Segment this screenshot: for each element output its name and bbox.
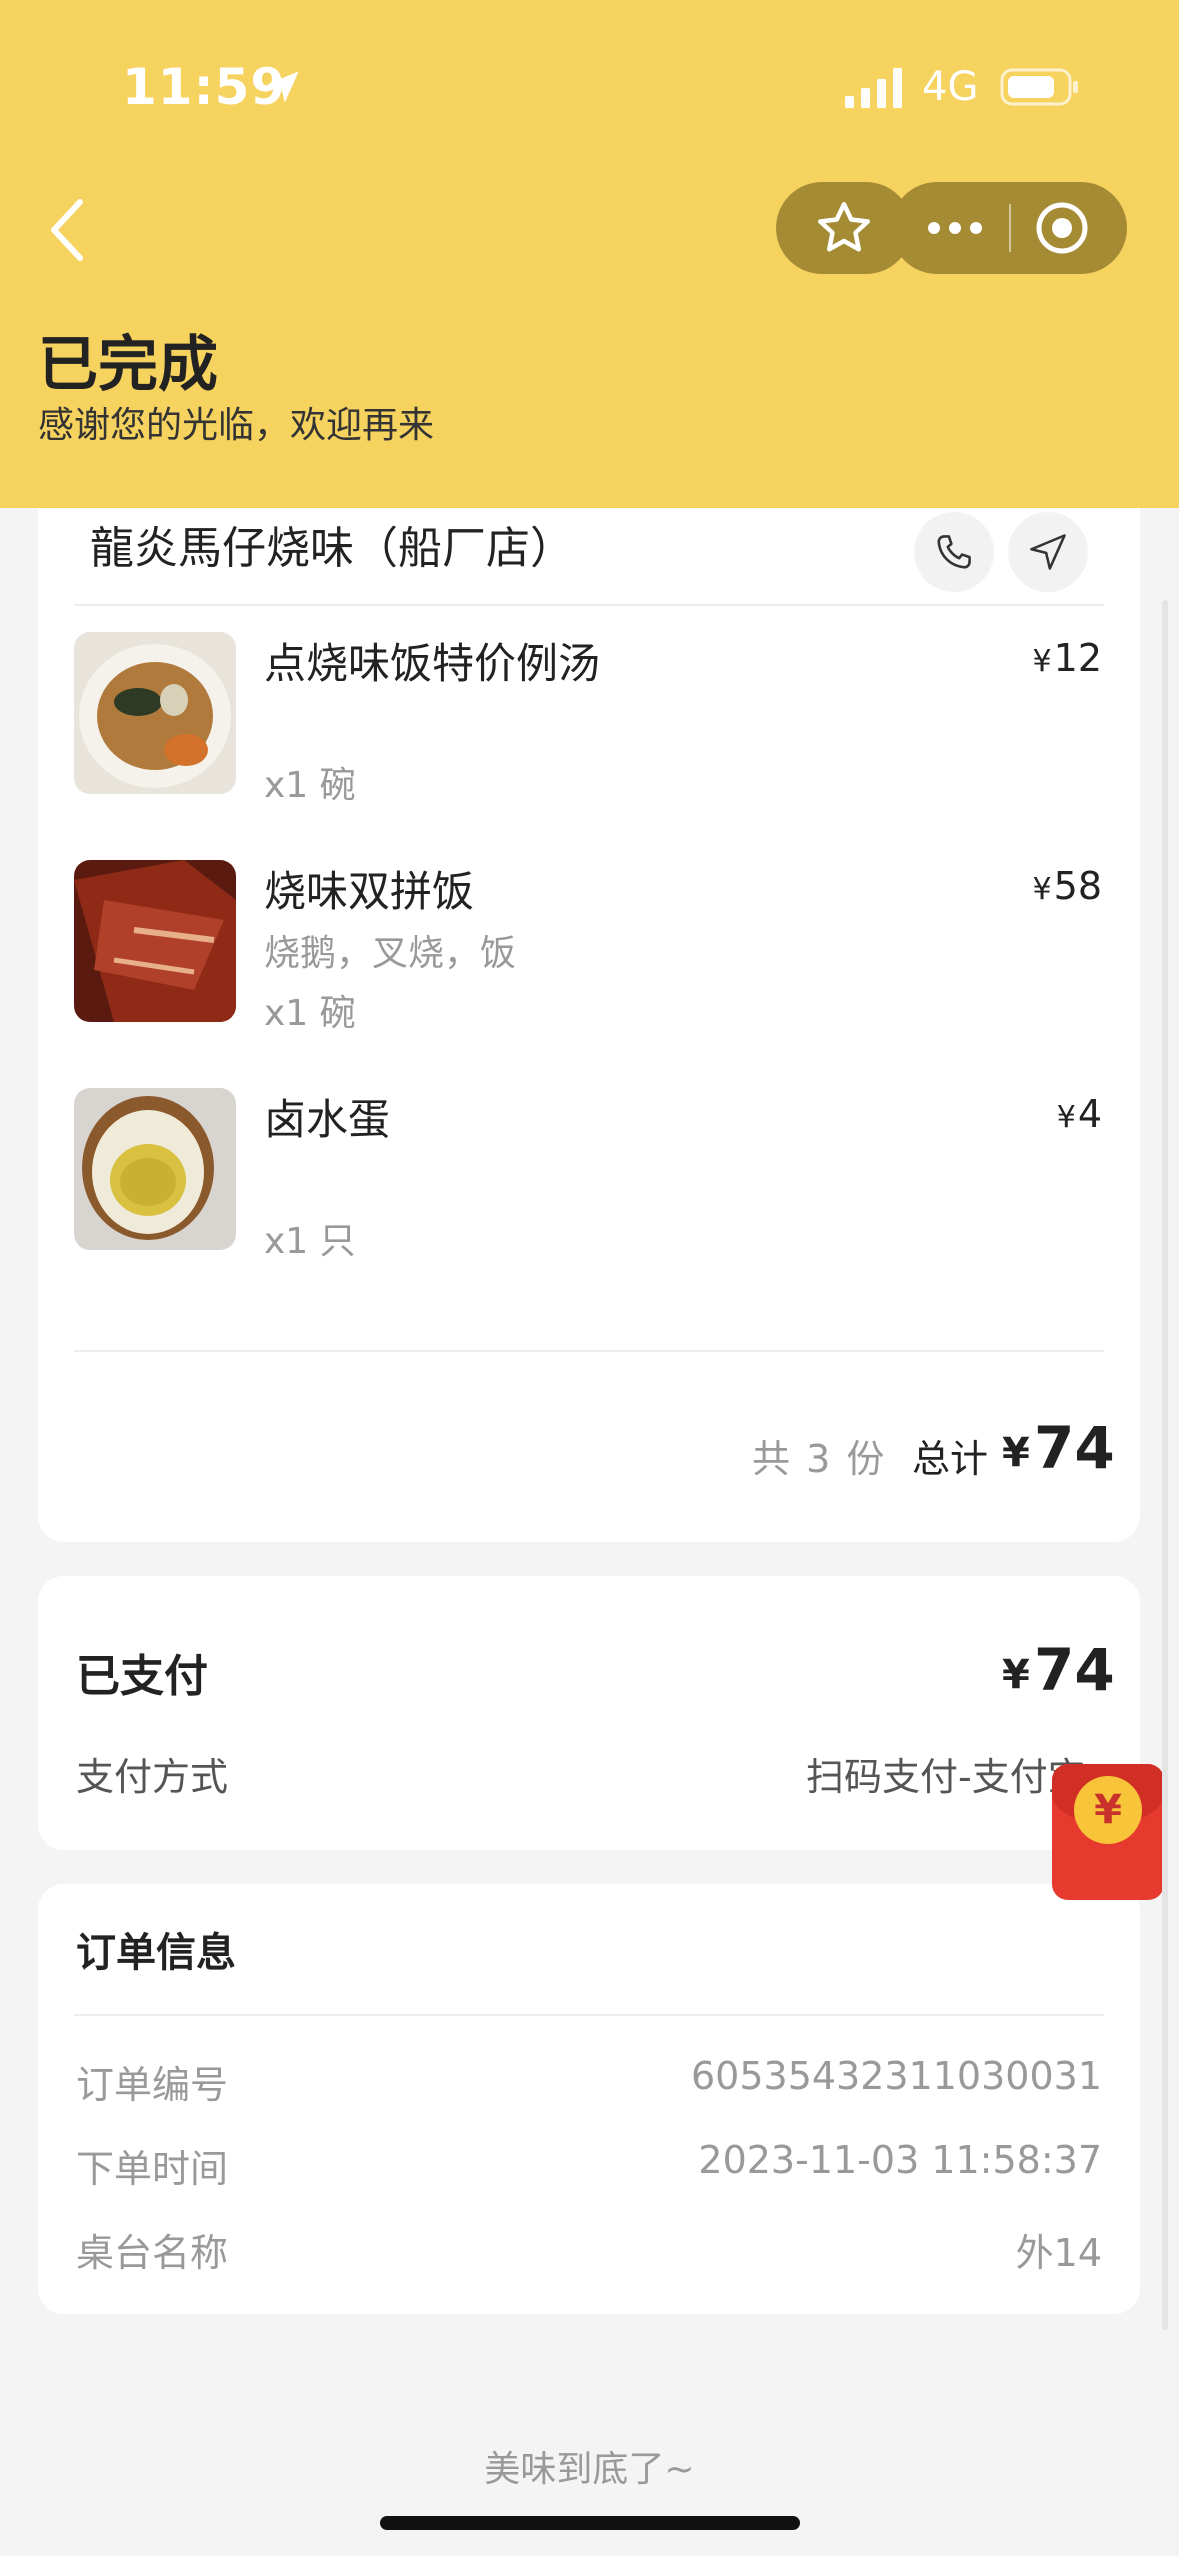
close-miniprogram-icon[interactable]: [1034, 200, 1090, 256]
item-description: 烧鹅，叉烧，饭: [264, 933, 517, 974]
table-name-label: 桌台名称: [76, 2231, 229, 2275]
capsule-divider: [1009, 204, 1011, 252]
item-price: ¥12: [1032, 636, 1102, 680]
battery-icon: [1000, 68, 1078, 106]
back-chevron-icon[interactable]: [40, 190, 100, 270]
order-time-label: 下单时间: [76, 2147, 229, 2191]
payment-method-label: 支付方式: [76, 1755, 229, 1799]
item-name: 点烧味饭特价例汤: [264, 639, 601, 688]
page-subtitle: 感谢您的光临，欢迎再来: [38, 405, 435, 446]
order-number-label: 订单编号: [76, 2063, 229, 2107]
payment-status: 已支付: [76, 1651, 208, 1702]
item-price: ¥4: [1056, 1092, 1102, 1136]
divider: [74, 2014, 1104, 2016]
scrollbar[interactable]: [1162, 600, 1168, 2330]
total-amount: 74: [1034, 1414, 1115, 1482]
home-indicator[interactable]: [380, 2516, 800, 2530]
red-packet-coin-icon: ¥: [1074, 1776, 1142, 1844]
navigation-arrow-icon: [1030, 534, 1066, 570]
total-label: 总计: [912, 1437, 989, 1481]
divider: [74, 1350, 1104, 1352]
item-thumbnail-roast: [74, 860, 236, 1022]
payment-method-value: 扫码支付-支付宝: [806, 1755, 1086, 1799]
signal-icon: [845, 68, 902, 108]
item-quantity: x1 碗: [264, 993, 356, 1034]
end-of-list-text: 美味到底了~: [484, 2449, 695, 2490]
star-icon: [818, 202, 870, 252]
payment-card: [38, 1576, 1140, 1850]
item-thumbnail-soup: [74, 632, 236, 794]
more-icon[interactable]: [920, 206, 990, 250]
shop-name[interactable]: 龍炎馬仔烧味（船厂店）: [90, 512, 574, 576]
item-name: 烧味双拼饭: [264, 867, 475, 916]
divider: [74, 604, 1104, 606]
order-number-value[interactable]: 60535432311030031: [691, 2054, 1102, 2098]
order-info-title: 订单信息: [76, 1930, 236, 1976]
page-title: 已完成: [38, 330, 218, 400]
phone-icon: [937, 535, 971, 569]
item-price: ¥58: [1032, 864, 1102, 908]
item-quantity: x1 只: [264, 1221, 356, 1262]
item-count: 共 3 份: [752, 1437, 887, 1481]
location-arrow-icon: [267, 71, 299, 103]
total-currency: ¥: [1002, 1430, 1030, 1476]
item-thumbnail-egg: [74, 1088, 236, 1250]
table-name-value: 外14: [1015, 2231, 1102, 2275]
item-name: 卤水蛋: [264, 1095, 391, 1144]
red-packet-button[interactable]: ¥: [1052, 1764, 1164, 1900]
network-type: 4G: [922, 64, 979, 110]
item-quantity: x1 碗: [264, 765, 356, 806]
call-button[interactable]: [914, 512, 994, 592]
navigate-button[interactable]: [1008, 512, 1088, 592]
paid-amount: 74: [1034, 1636, 1115, 1704]
order-time-value: 2023-11-03 11:58:37: [698, 2138, 1102, 2182]
paid-currency: ¥: [1002, 1652, 1030, 1698]
